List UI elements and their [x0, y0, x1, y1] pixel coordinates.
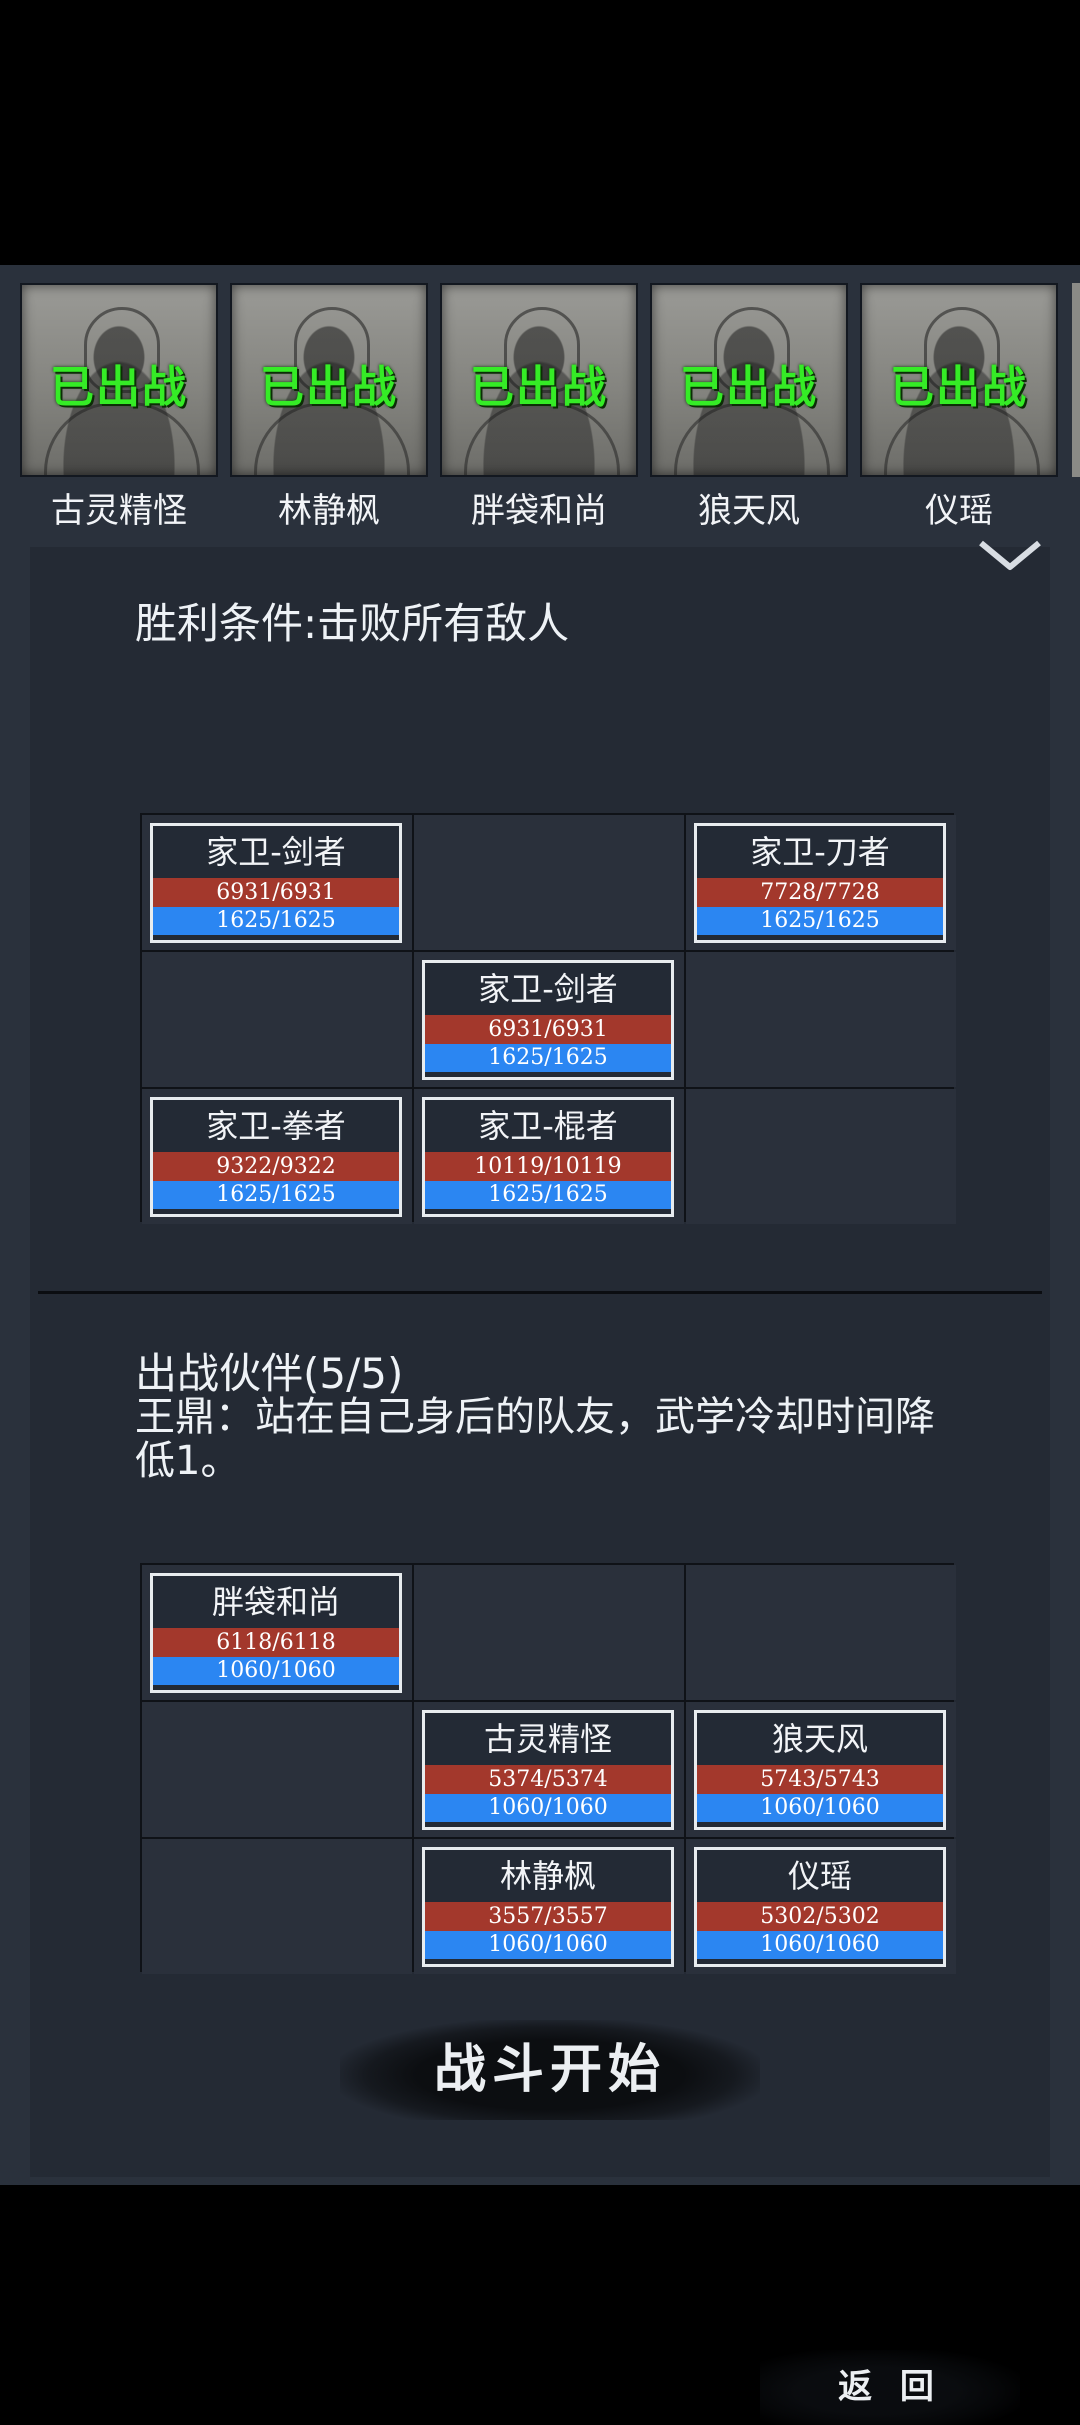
- hp-bar: 5302/5302: [697, 1902, 943, 1931]
- ally-grid-cell[interactable]: 狼天风 5743/5743 1060/1060: [686, 1702, 956, 1837]
- hero-portrait: 已出战: [650, 283, 848, 477]
- unit-name: 仪瑶: [787, 1857, 852, 1895]
- unit-name: 林静枫: [499, 1857, 596, 1895]
- hero-name: 仪瑶: [925, 491, 993, 531]
- hero-card-4[interactable]: 已出战 仪瑶: [860, 283, 1058, 541]
- hero-card-0[interactable]: 已出战 古灵精怪: [20, 283, 218, 541]
- enemy-grid-cell[interactable]: 家卫-剑者 6931/6931 1625/1625: [142, 815, 412, 950]
- deployed-badge: 已出战: [470, 362, 608, 413]
- enemy-grid-cell[interactable]: [686, 1089, 956, 1224]
- hp-bar: 7728/7728: [697, 878, 943, 907]
- mp-bar: 1060/1060: [425, 1794, 671, 1822]
- enemy-grid-cell[interactable]: [686, 952, 956, 1087]
- mp-bar: 1060/1060: [153, 1657, 399, 1685]
- ally-grid-cell[interactable]: [142, 1702, 412, 1837]
- ally-grid-cell[interactable]: [686, 1565, 956, 1700]
- back-button[interactable]: 返 回: [760, 2350, 1020, 2425]
- enemy-grid-cell[interactable]: [142, 952, 412, 1087]
- hp-bar: 9322/9322: [153, 1152, 399, 1181]
- ally-grid-cell[interactable]: 林静枫 3557/3557 1060/1060: [414, 1839, 684, 1974]
- mp-bar: 1060/1060: [697, 1794, 943, 1822]
- ally-grid-cell[interactable]: [414, 1565, 684, 1700]
- mp-bar: 1625/1625: [153, 1181, 399, 1209]
- enemy-unit-card[interactable]: 家卫-剑者 6931/6931 1625/1625: [422, 960, 674, 1080]
- hero-card-3[interactable]: 已出战 狼天风: [650, 283, 848, 541]
- ally-grid-cell[interactable]: 古灵精怪 5374/5374 1060/1060: [414, 1702, 684, 1837]
- ally-unit-card[interactable]: 狼天风 5743/5743 1060/1060: [694, 1710, 946, 1830]
- hero-portrait: 已出战: [860, 283, 1058, 477]
- unit-name: 狼天风: [771, 1720, 868, 1758]
- deployed-badge: 已出战: [680, 362, 818, 413]
- chevron-down-icon[interactable]: [975, 535, 1045, 575]
- unit-name: 胖袋和尚: [211, 1583, 340, 1621]
- hp-bar: 3557/3557: [425, 1902, 671, 1931]
- mp-bar: 1625/1625: [153, 907, 399, 935]
- hp-bar: 5374/5374: [425, 1765, 671, 1794]
- hero-card-1[interactable]: 已出战 林静枫: [230, 283, 428, 541]
- enemy-unit-card[interactable]: 家卫-拳者 9322/9322 1625/1625: [150, 1097, 402, 1217]
- unit-name: 古灵精怪: [483, 1720, 612, 1758]
- hp-bar: 6931/6931: [425, 1015, 671, 1044]
- enemy-unit-card[interactable]: 家卫-刀者 7728/7728 1625/1625: [694, 823, 946, 943]
- hp-bar: 10119/10119: [425, 1152, 671, 1181]
- hero-card-2[interactable]: 已出战 胖袋和尚: [440, 283, 638, 541]
- unit-name: 家卫-棍者: [478, 1107, 618, 1145]
- enemy-grid-cell[interactable]: 家卫-棍者 10119/10119 1625/1625: [414, 1089, 684, 1224]
- party-bonus-description: 王鼎：站在自己身后的队友，武学冷却时间降低1。: [135, 1394, 935, 1484]
- hp-bar: 5743/5743: [697, 1765, 943, 1794]
- ally-formation-grid: 胖袋和尚 6118/6118 1060/1060 古灵精怪 5374/5374 1060/…: [140, 1563, 956, 1974]
- section-divider: [38, 1291, 1042, 1294]
- hero-portrait: 已出战: [230, 283, 428, 477]
- ally-unit-card[interactable]: 林静枫 3557/3557 1060/1060: [422, 1847, 674, 1967]
- enemy-unit-card[interactable]: 家卫-剑者 6931/6931 1625/1625: [150, 823, 402, 943]
- party-title: 出战伙伴(5/5): [135, 1349, 404, 1398]
- deployed-badge: 已出战: [890, 362, 1028, 413]
- unit-name: 家卫-剑者: [478, 970, 618, 1008]
- victory-condition: 胜利条件:击败所有敌人: [135, 599, 570, 648]
- hero-portrait: 已出战: [440, 283, 638, 477]
- unit-name: 家卫-拳者: [206, 1107, 346, 1145]
- hp-bar: 6931/6931: [153, 878, 399, 907]
- unit-name: 家卫-剑者: [206, 833, 346, 871]
- mp-bar: 1060/1060: [697, 1931, 943, 1959]
- hero-name: 古灵精怪: [51, 491, 187, 531]
- hero-roster: 已出战 古灵精怪 已出战 林静枫 已出战 胖袋和尚 已出战 狼天风 已出战 仪瑶: [0, 265, 1080, 535]
- unit-name: 家卫-刀者: [750, 833, 890, 871]
- hero-name: 林静枫: [278, 491, 380, 531]
- mp-bar: 1625/1625: [697, 907, 943, 935]
- enemy-unit-card[interactable]: 家卫-棍者 10119/10119 1625/1625: [422, 1097, 674, 1217]
- deployed-badge: 已出战: [260, 362, 398, 413]
- next-hero-portrait-edge: [1072, 283, 1080, 477]
- ally-unit-card[interactable]: 仪瑶 5302/5302 1060/1060: [694, 1847, 946, 1967]
- enemy-grid-cell[interactable]: [414, 815, 684, 950]
- hero-name: 狼天风: [698, 491, 800, 531]
- ally-unit-card[interactable]: 古灵精怪 5374/5374 1060/1060: [422, 1710, 674, 1830]
- ally-unit-card[interactable]: 胖袋和尚 6118/6118 1060/1060: [150, 1573, 402, 1693]
- hp-bar: 6118/6118: [153, 1628, 399, 1657]
- deployed-badge: 已出战: [50, 362, 188, 413]
- battle-setup-screen: 已出战 古灵精怪 已出战 林静枫 已出战 胖袋和尚 已出战 狼天风 已出战 仪瑶…: [0, 265, 1080, 2425]
- mp-bar: 1625/1625: [425, 1181, 671, 1209]
- ally-grid-cell[interactable]: 胖袋和尚 6118/6118 1060/1060: [142, 1565, 412, 1700]
- ally-grid-cell[interactable]: 仪瑶 5302/5302 1060/1060: [686, 1839, 956, 1974]
- hero-name: 胖袋和尚: [471, 491, 607, 531]
- mp-bar: 1060/1060: [425, 1931, 671, 1959]
- ally-grid-cell[interactable]: [142, 1839, 412, 1974]
- enemy-grid-cell[interactable]: 家卫-刀者 7728/7728 1625/1625: [686, 815, 956, 950]
- enemy-grid-cell[interactable]: 家卫-剑者 6931/6931 1625/1625: [414, 952, 684, 1087]
- mp-bar: 1625/1625: [425, 1044, 671, 1072]
- enemy-formation-grid: 家卫-剑者 6931/6931 1625/1625 家卫-刀者 7728/7728 162…: [140, 813, 956, 1224]
- hero-portrait: 已出战: [20, 283, 218, 477]
- start-battle-button[interactable]: 战斗开始: [340, 2020, 760, 2120]
- enemy-grid-cell[interactable]: 家卫-拳者 9322/9322 1625/1625: [142, 1089, 412, 1224]
